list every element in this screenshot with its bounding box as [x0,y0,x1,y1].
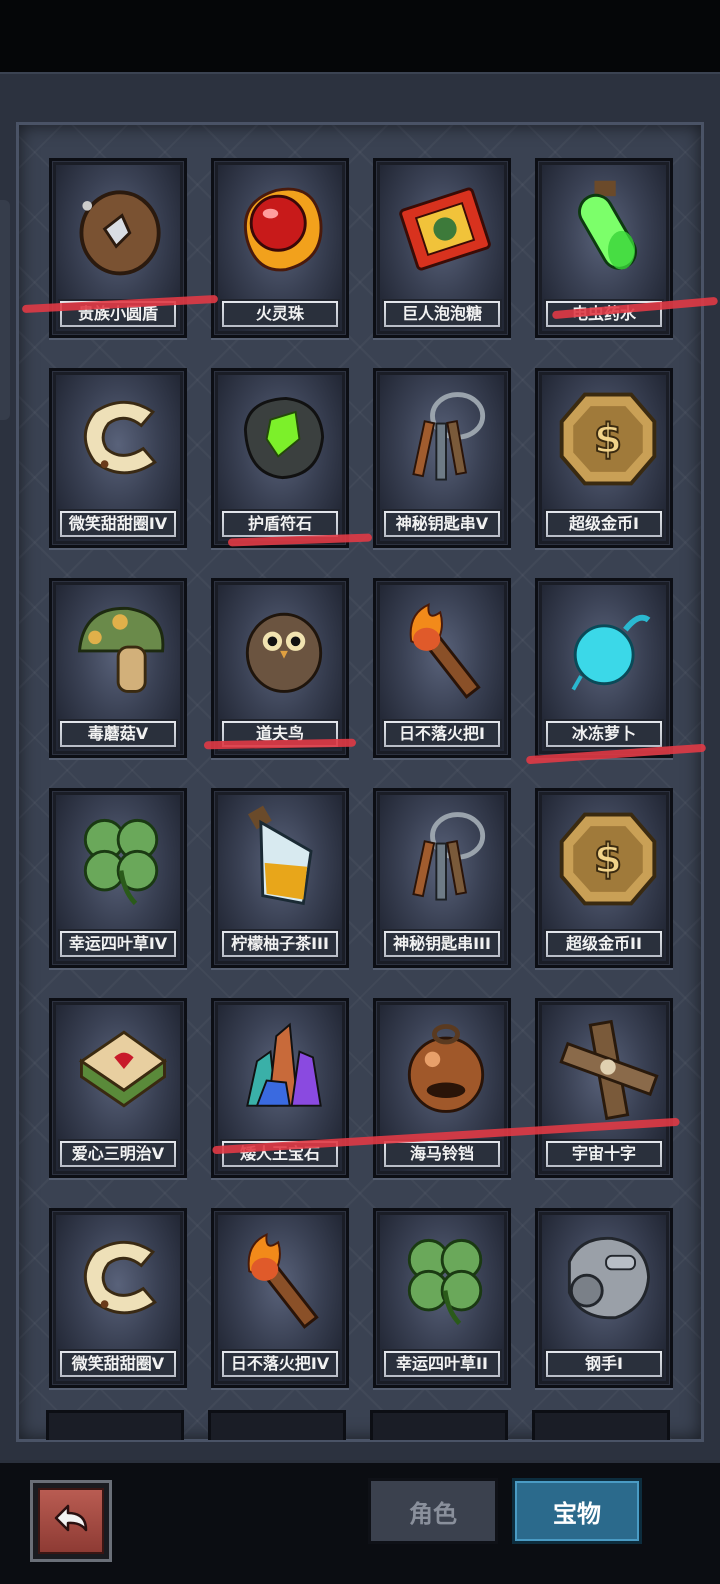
edge-handle [0,200,10,420]
treasure-card[interactable]: 海马铃铛 [373,998,511,1178]
item-label-plate: 超级金币I [544,509,664,539]
item-name: 幸运四叶草IV [62,933,174,955]
owl-bird-icon [245,612,323,693]
mushroom-icon [77,606,165,693]
treasure-card[interactable]: 宇宙十字 [535,998,673,1178]
treasure-card[interactable]: $ 超级金币I [535,368,673,548]
item-name: 微笑甜甜圈V [62,1353,174,1375]
partial-card [370,1410,508,1440]
item-name: 日不落火把IV [224,1353,336,1375]
item-label-plate: 神秘钥匙串III [382,929,502,959]
torch-icon [409,603,481,699]
treasure-card[interactable]: 日不落火把IV [211,1208,349,1388]
treasure-card[interactable]: 微笑甜甜圈V [49,1208,187,1388]
gold-coin-icon: $ [559,392,657,486]
ice-radish-icon [571,614,651,691]
item-label-plate: 毒蘑菇V [58,719,178,749]
item-name: 神秘钥匙串III [386,933,498,955]
item-name: 火灵珠 [224,303,336,325]
item-name: 宇宙十字 [548,1143,660,1165]
tab-role[interactable]: 角色 [368,1478,498,1544]
treasure-grid-panel: 贵族小圆盾火灵珠巨人泡泡糖电虫药水微笑甜甜圈IV护盾符石神秘钥匙串V$超级金币I… [16,122,704,1442]
item-label-plate: 钢手I [544,1349,664,1379]
item-label-plate: 爱心三明治V [58,1139,178,1169]
gold-coin-icon: $ [559,812,657,906]
back-button[interactable] [30,1480,112,1562]
item-label-plate: 微笑甜甜圈V [58,1349,178,1379]
item-name: 巨人泡泡糖 [386,303,498,325]
steel-gauntlet-icon [567,1236,651,1320]
item-name: 幸运四叶草II [386,1353,498,1375]
four-leaf-clover-icon [407,1238,483,1326]
item-label-plate: 柠檬柚子茶III [220,929,340,959]
partial-card [46,1410,184,1440]
wooden-shield-icon [79,190,161,276]
item-label-plate: 海马铃铛 [382,1139,502,1169]
sandwich-icon [78,1030,167,1108]
rune-stone-icon [243,396,325,480]
tea-bottle-icon [247,805,313,906]
bell-icon [407,1024,485,1113]
treasure-card[interactable]: 幸运四叶草II [373,1208,511,1388]
treasure-card[interactable]: 钢手I [535,1208,673,1388]
item-name: 海马铃铛 [386,1143,498,1165]
treasure-card[interactable]: 冰冻萝卜 [535,578,673,758]
item-label-plate: 日不落火把I [382,719,502,749]
partial-card [208,1410,346,1440]
item-label-plate: 超级金币II [544,929,664,959]
item-name: 钢手I [548,1353,660,1375]
treasure-card[interactable]: 神秘钥匙串III [373,788,511,968]
treasure-card[interactable]: 幸运四叶草IV [49,788,187,968]
status-bar-area [0,0,720,72]
item-label-plate: 微笑甜甜圈IV [58,509,178,539]
fire-orb-icon [243,187,323,272]
treasure-card[interactable]: $ 超级金币II [535,788,673,968]
item-name: 超级金币I [548,513,660,535]
back-arrow-icon [54,1504,88,1532]
four-leaf-clover-icon [83,818,159,906]
treasure-card[interactable]: 火灵珠 [211,158,349,338]
treasure-card[interactable]: 日不落火把I [373,578,511,758]
svg-text:$: $ [594,835,622,883]
item-label-plate: 冰冻萝卜 [544,719,664,749]
treasure-card[interactable]: 爱心三明治V [49,998,187,1178]
treasure-card[interactable]: 柠檬柚子茶III [211,788,349,968]
tab-treasure[interactable]: 宝物 [512,1478,642,1544]
item-label-plate: 幸运四叶草IV [58,929,178,959]
item-name: 柠檬柚子茶III [224,933,336,955]
item-name: 日不落火把I [386,723,498,745]
key-ring-icon [412,812,486,901]
item-label-plate: 宇宙十字 [544,1139,664,1169]
item-label-plate: 神秘钥匙串V [382,509,502,539]
svg-text:$: $ [594,415,622,463]
crystal-cluster-icon [246,1022,322,1107]
item-name: 毒蘑菇V [62,723,174,745]
treasure-card[interactable]: 道夫鸟 [211,578,349,758]
item-label-plate: 幸运四叶草II [382,1349,502,1379]
bubblegum-pack-icon [399,187,491,271]
treasure-card[interactable]: 贵族小圆盾 [49,158,187,338]
item-name: 神秘钥匙串V [386,513,498,535]
donut-icon [83,400,157,475]
item-name: 护盾符石 [224,513,336,535]
partial-card [532,1410,670,1440]
wooden-cross-icon [559,1019,659,1121]
item-label-plate: 日不落火把IV [220,1349,340,1379]
item-name: 冰冻萝卜 [548,723,660,745]
treasure-card[interactable]: 护盾符石 [211,368,349,548]
key-ring-icon [412,392,486,481]
donut-icon [83,1240,157,1315]
item-label-plate: 巨人泡泡糖 [382,299,502,329]
torch-icon [247,1233,319,1329]
treasure-card[interactable]: 微笑甜甜圈IV [49,368,187,548]
treasure-card[interactable]: 毒蘑菇V [49,578,187,758]
treasure-card[interactable]: 巨人泡泡糖 [373,158,511,338]
item-label-plate: 火灵珠 [220,299,340,329]
item-name: 超级金币II [548,933,660,955]
green-potion-icon [578,180,637,270]
item-name: 爱心三明治V [62,1143,174,1165]
treasure-card[interactable]: 神秘钥匙串V [373,368,511,548]
item-name: 微笑甜甜圈IV [62,513,174,535]
